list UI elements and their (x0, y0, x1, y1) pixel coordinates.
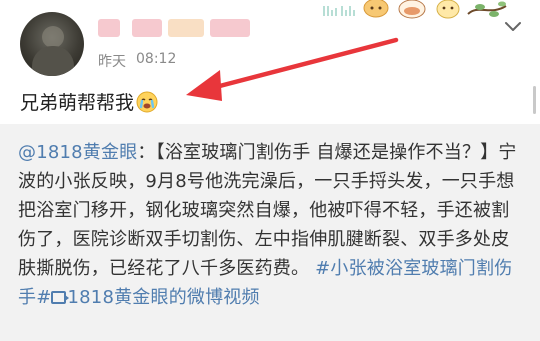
avatar-figure-body (32, 46, 74, 76)
username-blur-3 (168, 19, 204, 37)
cute-characters-decoration (323, 0, 507, 19)
video-icon (51, 291, 70, 304)
post-timestamp: 昨天 08:12 (98, 51, 176, 71)
character-2-icon (398, 0, 426, 19)
post-menu-dropdown[interactable] (500, 14, 526, 40)
scroll-indicator[interactable] (533, 86, 536, 114)
crying-face-icon (136, 91, 158, 112)
repost-colon: ： (137, 142, 156, 163)
character-1-icon (363, 0, 389, 18)
username-blur-4 (210, 19, 250, 37)
timestamp-day: 昨天 (98, 54, 126, 70)
avatar[interactable] (20, 12, 84, 76)
repost-video-link[interactable]: 1818黄金眼的微博视频 (67, 287, 259, 308)
character-3-icon (436, 0, 460, 19)
repost-card[interactable]: @1818黄金眼：【浴室玻璃门割伤手 自爆还是操作不当？】宁波的小张反映，9月8… (0, 124, 540, 341)
timestamp-time: 08:12 (136, 51, 177, 67)
post-header: 昨天 08:12 兄弟萌帮帮我 (0, 0, 540, 124)
chevron-down-icon (505, 22, 521, 31)
username-blur-1 (98, 19, 120, 37)
username-redacted[interactable] (98, 16, 250, 40)
sparkle-letters (323, 6, 355, 16)
repost-text: @1818黄金眼：【浴室玻璃门割伤手 自爆还是操作不当？】宁波的小张反映，9月8… (18, 138, 523, 312)
username-blur-2 (132, 19, 162, 37)
post-text: 兄弟萌帮帮我 (20, 88, 158, 115)
repost-mention-link[interactable]: @1818黄金眼 (18, 142, 137, 163)
avatar-figure-head (42, 26, 64, 48)
post-text-content: 兄弟萌帮帮我 (20, 92, 135, 114)
